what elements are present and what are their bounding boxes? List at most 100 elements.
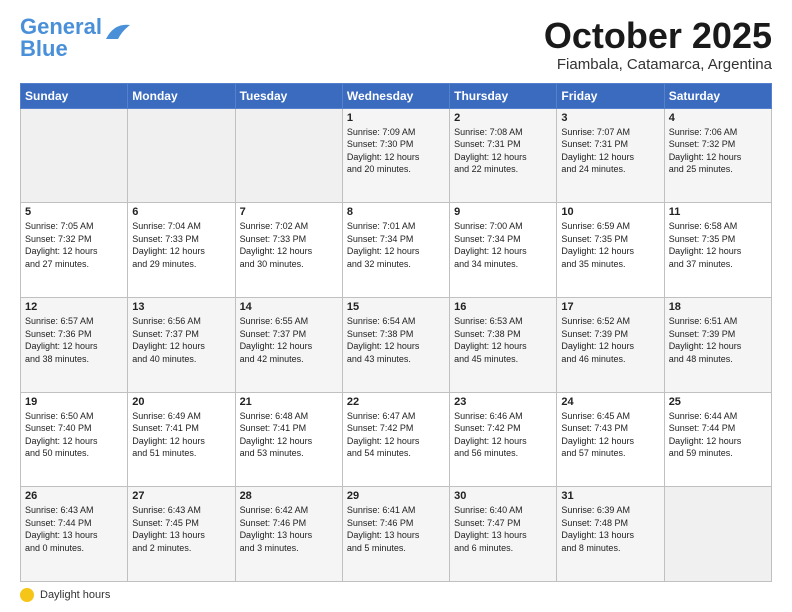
day-number: 3 xyxy=(561,112,659,124)
day-number: 26 xyxy=(25,490,123,502)
table-row xyxy=(664,487,771,582)
day-info: Sunrise: 6:51 AM Sunset: 7:39 PM Dayligh… xyxy=(669,315,767,365)
calendar-week-row: 12 Sunrise: 6:57 AM Sunset: 7:36 PM Dayli… xyxy=(21,297,772,392)
table-row: 1Sunrise: 7:09 AM Sunset: 7:30 PM Daylig… xyxy=(342,108,449,203)
day-info: Sunrise: 6:43 AM Sunset: 7:45 PM Dayligh… xyxy=(132,504,230,554)
calendar: Sunday Monday Tuesday Wednesday Thursday… xyxy=(20,83,772,582)
table-row: 12 Sunrise: 6:57 AM Sunset: 7:36 PM Dayli… xyxy=(21,297,128,392)
day-info: Sunrise: 6:50 AM Sunset: 7:40 PM Dayligh… xyxy=(25,410,123,460)
footer: Daylight hours xyxy=(20,588,772,602)
table-row: 21 Sunrise: 6:48 AM Sunset: 7:41 PM Dayli… xyxy=(235,392,342,487)
day-number: 16 xyxy=(454,301,552,313)
day-info: Sunrise: 6:59 AM Sunset: 7:35 PM Dayligh… xyxy=(561,220,659,270)
table-row: 17 Sunrise: 6:52 AM Sunset: 7:39 PM Dayli… xyxy=(557,297,664,392)
day-number: 15 xyxy=(347,301,445,313)
calendar-week-row: 26Sunrise: 6:43 AM Sunset: 7:44 PM Dayli… xyxy=(21,487,772,582)
table-row: 23 Sunrise: 6:46 AM Sunset: 7:42 PM Dayli… xyxy=(450,392,557,487)
table-row: 6Sunrise: 7:04 AM Sunset: 7:33 PM Daylig… xyxy=(128,203,235,298)
day-number: 6 xyxy=(132,206,230,218)
day-number: 17 xyxy=(561,301,659,313)
day-info: Sunrise: 6:46 AM Sunset: 7:42 PM Dayligh… xyxy=(454,410,552,460)
page: GeneralBlue October 2025 Fiambala, Catam… xyxy=(0,0,792,612)
day-number: 9 xyxy=(454,206,552,218)
day-info: Sunrise: 6:58 AM Sunset: 7:35 PM Dayligh… xyxy=(669,220,767,270)
day-info: Sunrise: 6:55 AM Sunset: 7:37 PM Dayligh… xyxy=(240,315,338,365)
day-info: Sunrise: 6:42 AM Sunset: 7:46 PM Dayligh… xyxy=(240,504,338,554)
table-row: 27 Sunrise: 6:43 AM Sunset: 7:45 PM Dayli… xyxy=(128,487,235,582)
table-row: 19 Sunrise: 6:50 AM Sunset: 7:40 PM Dayli… xyxy=(21,392,128,487)
day-number: 25 xyxy=(669,396,767,408)
daylight-label: Daylight hours xyxy=(40,589,110,601)
table-row: 10 Sunrise: 6:59 AM Sunset: 7:35 PM Dayli… xyxy=(557,203,664,298)
day-number: 13 xyxy=(132,301,230,313)
day-number: 11 xyxy=(669,206,767,218)
table-row: 18 Sunrise: 6:51 AM Sunset: 7:39 PM Dayli… xyxy=(664,297,771,392)
table-row: 8Sunrise: 7:01 AM Sunset: 7:34 PM Daylig… xyxy=(342,203,449,298)
day-info: Sunrise: 6:49 AM Sunset: 7:41 PM Dayligh… xyxy=(132,410,230,460)
day-number: 29 xyxy=(347,490,445,502)
table-row: 4Sunrise: 7:06 AM Sunset: 7:32 PM Daylig… xyxy=(664,108,771,203)
day-info: Sunrise: 7:01 AM Sunset: 7:34 PM Dayligh… xyxy=(347,220,445,270)
day-number: 10 xyxy=(561,206,659,218)
calendar-table: Sunday Monday Tuesday Wednesday Thursday… xyxy=(20,83,772,582)
day-number: 7 xyxy=(240,206,338,218)
day-number: 23 xyxy=(454,396,552,408)
day-info: Sunrise: 6:39 AM Sunset: 7:48 PM Dayligh… xyxy=(561,504,659,554)
table-row: 16 Sunrise: 6:53 AM Sunset: 7:38 PM Dayli… xyxy=(450,297,557,392)
header-tuesday: Tuesday xyxy=(235,83,342,108)
day-info: Sunrise: 6:56 AM Sunset: 7:37 PM Dayligh… xyxy=(132,315,230,365)
day-info: Sunrise: 7:02 AM Sunset: 7:33 PM Dayligh… xyxy=(240,220,338,270)
logo-text: GeneralBlue xyxy=(20,16,102,60)
day-info: Sunrise: 7:07 AM Sunset: 7:31 PM Dayligh… xyxy=(561,126,659,176)
day-number: 27 xyxy=(132,490,230,502)
calendar-week-row: 5Sunrise: 7:05 AM Sunset: 7:32 PM Daylig… xyxy=(21,203,772,298)
sun-icon xyxy=(20,588,34,602)
day-info: Sunrise: 6:47 AM Sunset: 7:42 PM Dayligh… xyxy=(347,410,445,460)
table-row: 15 Sunrise: 6:54 AM Sunset: 7:38 PM Dayli… xyxy=(342,297,449,392)
header-friday: Friday xyxy=(557,83,664,108)
day-info: Sunrise: 7:06 AM Sunset: 7:32 PM Dayligh… xyxy=(669,126,767,176)
logo: GeneralBlue xyxy=(20,16,132,60)
day-number: 30 xyxy=(454,490,552,502)
table-row: 30Sunrise: 6:40 AM Sunset: 7:47 PM Dayli… xyxy=(450,487,557,582)
day-number: 20 xyxy=(132,396,230,408)
day-info: Sunrise: 6:57 AM Sunset: 7:36 PM Dayligh… xyxy=(25,315,123,365)
day-info: Sunrise: 6:54 AM Sunset: 7:38 PM Dayligh… xyxy=(347,315,445,365)
table-row xyxy=(21,108,128,203)
day-number: 24 xyxy=(561,396,659,408)
table-row: 2Sunrise: 7:08 AM Sunset: 7:31 PM Daylig… xyxy=(450,108,557,203)
day-number: 19 xyxy=(25,396,123,408)
table-row: 9 Sunrise: 7:00 AM Sunset: 7:34 PM Daylig… xyxy=(450,203,557,298)
day-number: 21 xyxy=(240,396,338,408)
table-row: 31 Sunrise: 6:39 AM Sunset: 7:48 PM Dayli… xyxy=(557,487,664,582)
table-row: 14Sunrise: 6:55 AM Sunset: 7:37 PM Dayli… xyxy=(235,297,342,392)
table-row xyxy=(128,108,235,203)
day-number: 18 xyxy=(669,301,767,313)
header-wednesday: Wednesday xyxy=(342,83,449,108)
day-number: 22 xyxy=(347,396,445,408)
calendar-week-row: 1Sunrise: 7:09 AM Sunset: 7:30 PM Daylig… xyxy=(21,108,772,203)
header: GeneralBlue October 2025 Fiambala, Catam… xyxy=(20,16,772,73)
logo-wing-icon xyxy=(104,21,132,41)
table-row: 13 Sunrise: 6:56 AM Sunset: 7:37 PM Dayli… xyxy=(128,297,235,392)
calendar-week-row: 19 Sunrise: 6:50 AM Sunset: 7:40 PM Dayli… xyxy=(21,392,772,487)
day-number: 28 xyxy=(240,490,338,502)
day-info: Sunrise: 7:00 AM Sunset: 7:34 PM Dayligh… xyxy=(454,220,552,270)
table-row: 25 Sunrise: 6:44 AM Sunset: 7:44 PM Dayli… xyxy=(664,392,771,487)
table-row xyxy=(235,108,342,203)
day-info: Sunrise: 6:53 AM Sunset: 7:38 PM Dayligh… xyxy=(454,315,552,365)
header-sunday: Sunday xyxy=(21,83,128,108)
subtitle: Fiambala, Catamarca, Argentina xyxy=(544,56,772,73)
day-number: 31 xyxy=(561,490,659,502)
header-saturday: Saturday xyxy=(664,83,771,108)
table-row: 22 Sunrise: 6:47 AM Sunset: 7:42 PM Dayli… xyxy=(342,392,449,487)
table-row: 3 Sunrise: 7:07 AM Sunset: 7:31 PM Daylig… xyxy=(557,108,664,203)
day-info: Sunrise: 6:48 AM Sunset: 7:41 PM Dayligh… xyxy=(240,410,338,460)
day-number: 12 xyxy=(25,301,123,313)
day-info: Sunrise: 6:44 AM Sunset: 7:44 PM Dayligh… xyxy=(669,410,767,460)
table-row: 28 Sunrise: 6:42 AM Sunset: 7:46 PM Dayli… xyxy=(235,487,342,582)
table-row: 5Sunrise: 7:05 AM Sunset: 7:32 PM Daylig… xyxy=(21,203,128,298)
title-section: October 2025 Fiambala, Catamarca, Argent… xyxy=(544,16,772,73)
header-thursday: Thursday xyxy=(450,83,557,108)
day-info: Sunrise: 6:52 AM Sunset: 7:39 PM Dayligh… xyxy=(561,315,659,365)
